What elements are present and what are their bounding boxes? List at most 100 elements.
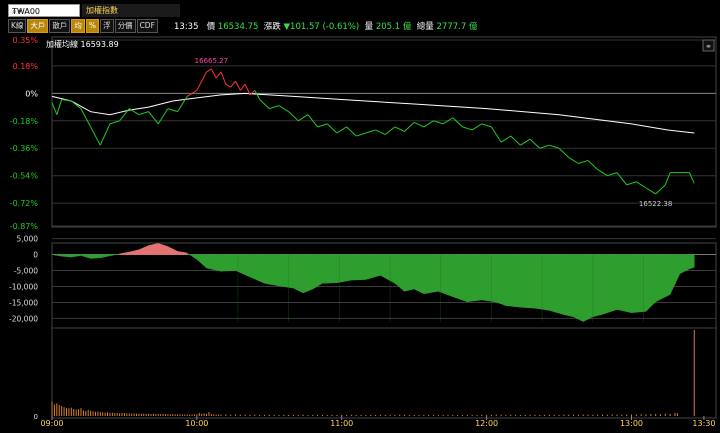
mode-button-0[interactable]: K線	[8, 19, 27, 33]
price-line-segment	[452, 117, 463, 128]
diff-area-segment	[264, 254, 280, 287]
price-line-segment	[148, 111, 159, 125]
diff-area-segment	[129, 249, 140, 255]
price-line-segment	[688, 172, 695, 184]
link-icon-glyph: ⚭	[705, 42, 712, 51]
price-value: 16534.75	[217, 22, 259, 32]
diff-area-segment	[186, 252, 198, 260]
total-volume-value: 2777.7 億	[436, 22, 478, 32]
price-line-segment	[520, 138, 531, 146]
quote-bar: 13:35 價 16534.75 漲跌 ▼101.57 (-0.61%) 量 2…	[174, 20, 477, 32]
price-line-segment	[375, 129, 386, 135]
low-annotation: 16522.38	[639, 200, 672, 208]
price-line-segment	[394, 126, 405, 132]
diff-area-segment	[293, 254, 304, 294]
intraday-chart[interactable]: 0.35% 0.18% 0% -0.18% -0.36% -0.54% -0.72% -0.8…	[0, 36, 720, 429]
diff-tick-label: -5,000	[14, 267, 38, 276]
price-label: 價	[206, 22, 216, 32]
diff-area-segment	[148, 243, 159, 255]
price-line-segment	[626, 181, 637, 186]
price-line-segment	[597, 169, 608, 177]
search-icon[interactable]: ⌕✦	[12, 5, 77, 18]
price-line-segment	[558, 147, 570, 158]
diff-area-segment	[119, 251, 130, 255]
diff-area-segment	[467, 254, 483, 303]
price-line-segment	[655, 184, 666, 195]
mode-button-6[interactable]: 分價	[114, 19, 136, 33]
price-line-segment	[278, 105, 289, 113]
diff-tick-label: -10,000	[9, 282, 38, 291]
price-tick-label: -0.87%	[10, 222, 39, 231]
price-line-segment	[578, 159, 589, 164]
price-line-segment	[157, 108, 169, 125]
mode-buttons: K線 大戶 散戶均% 浮分價 CDF	[8, 19, 158, 33]
price-line-segment	[298, 114, 309, 122]
diff-area-segment	[177, 251, 188, 255]
diff-area-segment	[380, 254, 396, 284]
diff-area-segment	[452, 254, 468, 303]
diff-area-segment	[404, 254, 415, 292]
mode-button-7[interactable]: CDF	[136, 19, 158, 33]
diff-area-segment	[365, 254, 381, 280]
diff-area-segment	[206, 254, 222, 272]
diff-area-segment	[423, 254, 439, 295]
diff-area-segment	[61, 254, 72, 258]
x-tick-label: 09:00	[40, 419, 63, 428]
diff-area-segment	[645, 254, 656, 313]
price-line-segment	[225, 83, 231, 88]
price-line-segment	[645, 187, 656, 195]
price-line-segment	[491, 126, 502, 143]
diff-area-segment	[582, 254, 594, 323]
mode-button-2[interactable]: 散戶	[49, 19, 71, 33]
diff-area-segment	[196, 254, 207, 269]
avg-price-line	[51, 92, 695, 134]
diff-area-segment	[51, 254, 62, 257]
price-line-segment	[239, 83, 246, 91]
mode-button-1[interactable]: 大戶	[27, 19, 49, 33]
diff-area-segment	[481, 254, 497, 303]
price-line-segment	[423, 120, 434, 128]
diff-area-segment	[220, 254, 236, 272]
diff-area-segment	[71, 254, 82, 258]
price-line-segment	[365, 129, 376, 134]
price-line-segment	[510, 135, 521, 146]
x-tick-label: 13:30	[692, 419, 715, 428]
price-line-segment	[616, 172, 628, 186]
price-line-segment	[664, 172, 671, 186]
diff-area-segment	[602, 254, 618, 315]
price-line-segment	[413, 121, 425, 128]
price-line-segment	[51, 102, 58, 115]
diff-area-segment	[249, 254, 265, 284]
chart-area[interactable]: 0.35% 0.18% 0% -0.18% -0.36% -0.54% -0.72% -0.8…	[0, 36, 720, 429]
volume-zero-label: 0	[34, 413, 38, 421]
diff-area-segment	[351, 254, 367, 281]
diff-area-segment	[616, 254, 632, 314]
price-tick-label: -0.18%	[10, 117, 39, 126]
price-line-segment	[471, 123, 483, 131]
diff-area-segment	[563, 254, 574, 318]
price-line-segment	[336, 126, 347, 134]
price-line-segment	[288, 111, 299, 122]
price-line-segment	[384, 126, 396, 135]
price-line-segment	[210, 68, 217, 79]
price-line-segment	[196, 80, 203, 91]
mode-button-5[interactable]: 浮	[100, 19, 114, 33]
price-line-segment	[587, 160, 599, 170]
price-tick-label: -0.54%	[10, 172, 39, 181]
price-line-segment	[500, 135, 512, 143]
x-tick-label: 10:00	[185, 419, 208, 428]
price-line-segment	[317, 123, 328, 128]
mode-button-3[interactable]: 均	[71, 19, 85, 33]
price-line-segment	[215, 71, 222, 79]
toolbar: TWA00 ⌕✦ 加權指數 K線 大戶 散戶均% 浮分價 CDF 13:35 價 165…	[0, 0, 720, 36]
price-line-segment	[201, 71, 207, 82]
price-line-segment	[56, 99, 63, 115]
change-value: ▼101.57 (-0.61%)	[283, 22, 360, 32]
volume-value: 205.1 億	[375, 22, 412, 32]
mode-button-4[interactable]: %	[85, 19, 100, 33]
symbol-input[interactable]: TWA00 ⌕✦	[8, 4, 80, 17]
diff-area-segment	[573, 254, 584, 323]
price-tick-label: -0.72%	[10, 199, 39, 208]
change-label: 漲跌	[263, 22, 281, 32]
price-tick-label: 0.18%	[13, 62, 39, 71]
